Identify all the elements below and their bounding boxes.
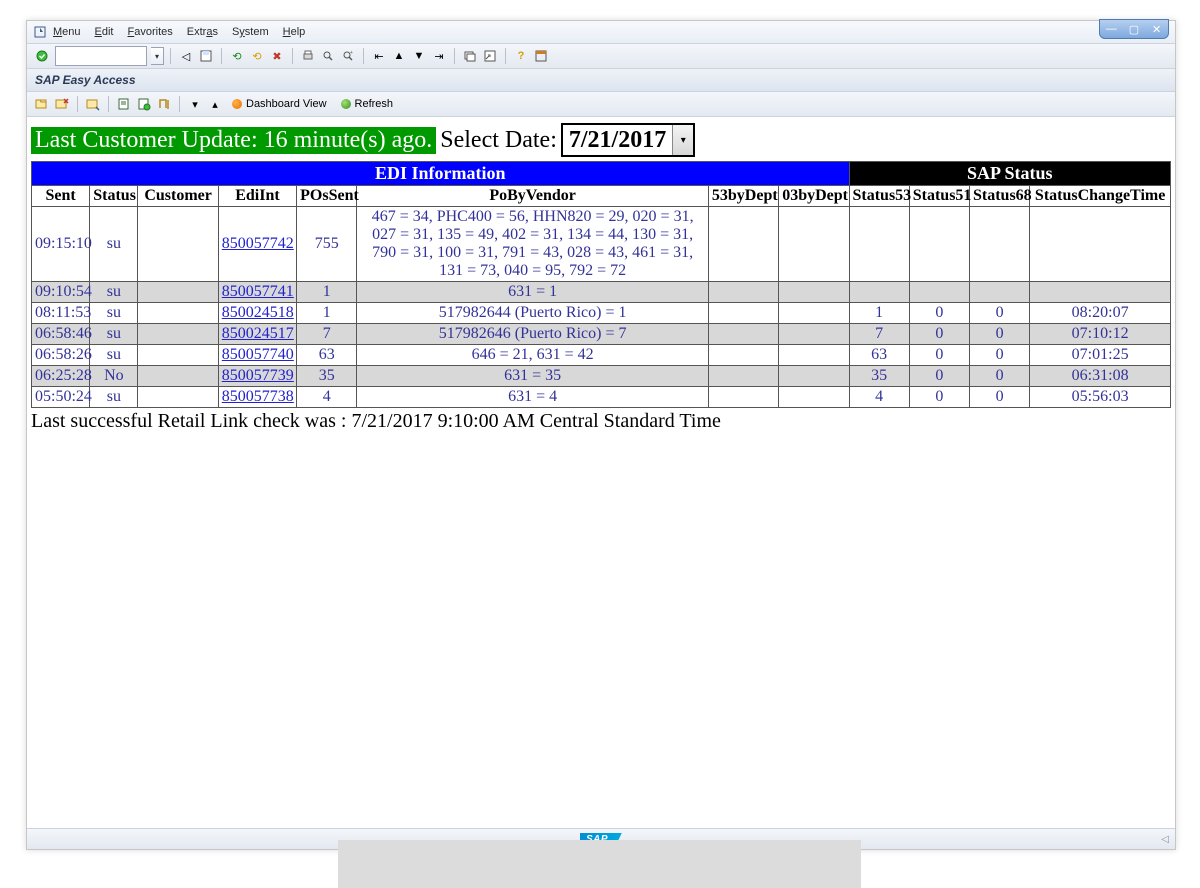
table-row: 05:50:24su8500577384631 = 440005:56:03 [32,387,1171,408]
ediint-link[interactable]: 850057742 [222,235,294,252]
table-row: 08:11:53su8500245181517982644 (Puerto Ri… [32,303,1171,324]
select-date-label: Select Date: [440,127,557,154]
menu-system[interactable]: System [232,26,269,38]
menu-extras[interactable]: Extras [187,26,218,38]
menu-bar: Menu Edit Favorites Extras System Help [27,21,1175,44]
column-header-row: Sent Status Customer EdiInt POsSent PoBy… [32,186,1171,207]
section-title: SAP Easy Access [27,69,1175,92]
table-row: 09:15:10su850057742755467 = 34, PHC400 =… [32,207,1171,282]
menu-menu[interactable]: Menu [53,26,81,38]
expand-icon[interactable]: ▴ [206,95,224,113]
ediint-link[interactable]: 850057739 [222,367,294,384]
prev-page-icon[interactable]: ▲ [390,47,408,65]
other-menu-icon[interactable] [84,95,102,113]
menu-icon[interactable] [33,25,47,39]
documentation-icon[interactable] [155,95,173,113]
print-icon[interactable] [299,47,317,65]
dashboard-view-button[interactable]: Dashboard View [226,95,333,113]
group-header-edi: EDI Information [32,162,850,186]
last-update-banner: Last Customer Update: 16 minute(s) ago. [31,127,436,154]
fav-del-icon[interactable] [53,95,71,113]
statusbar-handle-icon[interactable]: ◁ [1161,834,1169,845]
shortcut-icon[interactable] [481,47,499,65]
find-icon[interactable] [319,47,337,65]
ediint-link[interactable]: 850057740 [222,346,294,363]
standard-toolbar: ▾ ◁ ⟲ ⟲ ✖ + ⇤ ▲ ▼ ⇥ ? [27,44,1175,69]
ediint-link[interactable]: 850057741 [222,283,294,300]
table-row: 06:25:28No85005773935631 = 35350006:31:0… [32,366,1171,387]
dashboard-content: Last Customer Update: 16 minute(s) ago. … [27,117,1175,828]
command-dropdown[interactable]: ▾ [151,47,164,65]
last-check-note: Last successful Retail Link check was : … [31,410,1171,433]
last-page-icon[interactable]: ⇥ [430,47,448,65]
maximize-button[interactable]: ▢ [1127,23,1141,36]
back-icon[interactable]: ◁ [177,47,195,65]
fav-add-icon[interactable] [33,95,51,113]
dashboard-dot-icon [232,99,242,109]
ediint-link[interactable]: 850057738 [222,388,294,405]
save-icon[interactable] [197,47,215,65]
exit-icon[interactable]: ⟲ [248,47,266,65]
command-field[interactable] [55,46,147,66]
cancel-icon[interactable]: ✖ [268,47,286,65]
create-role-icon[interactable] [115,95,133,113]
menu-edit[interactable]: Edit [95,26,114,38]
ediint-link[interactable]: 850024517 [222,325,294,342]
ediint-link[interactable]: 850024518 [222,304,294,321]
minimize-button[interactable]: — [1104,23,1118,35]
find-next-icon[interactable]: + [339,47,357,65]
date-dropdown-icon[interactable]: ▾ [672,125,693,155]
edi-table: EDI Information SAP Status Sent Status C… [31,161,1171,408]
layout-icon[interactable] [532,47,550,65]
help-icon[interactable]: ? [512,47,530,65]
menu-favorites[interactable]: Favorites [128,26,173,38]
menu-help[interactable]: Help [283,26,306,38]
date-value: 7/21/2017 [563,127,672,154]
new-session-icon[interactable] [461,47,479,65]
collapse-icon[interactable]: ▾ [186,95,204,113]
table-row: 06:58:46su8500245177517982646 (Puerto Ri… [32,324,1171,345]
back-arrow-icon[interactable]: ⟲ [228,47,246,65]
svg-text:+: + [350,50,353,56]
refresh-button[interactable]: Refresh [335,95,400,113]
table-row: 06:58:26su85005774063646 = 21, 631 = 426… [32,345,1171,366]
close-button[interactable]: ✕ [1150,23,1164,36]
next-page-icon[interactable]: ▼ [410,47,428,65]
group-header-sap: SAP Status [849,162,1171,186]
date-picker[interactable]: 7/21/2017 ▾ [561,123,695,157]
monitor-base-graphic [338,840,861,888]
refresh-dot-icon [341,99,351,109]
sap-main-window: — ▢ ✕ Menu Edit Favorites Extras System … [26,20,1176,850]
table-row: 09:10:54su8500577411631 = 1 [32,282,1171,303]
window-controls: — ▢ ✕ [1099,19,1169,39]
assign-users-icon[interactable] [135,95,153,113]
app-toolbar: ▾ ▴ Dashboard View Refresh [27,92,1175,117]
enter-icon[interactable] [33,47,51,65]
first-page-icon[interactable]: ⇤ [370,47,388,65]
